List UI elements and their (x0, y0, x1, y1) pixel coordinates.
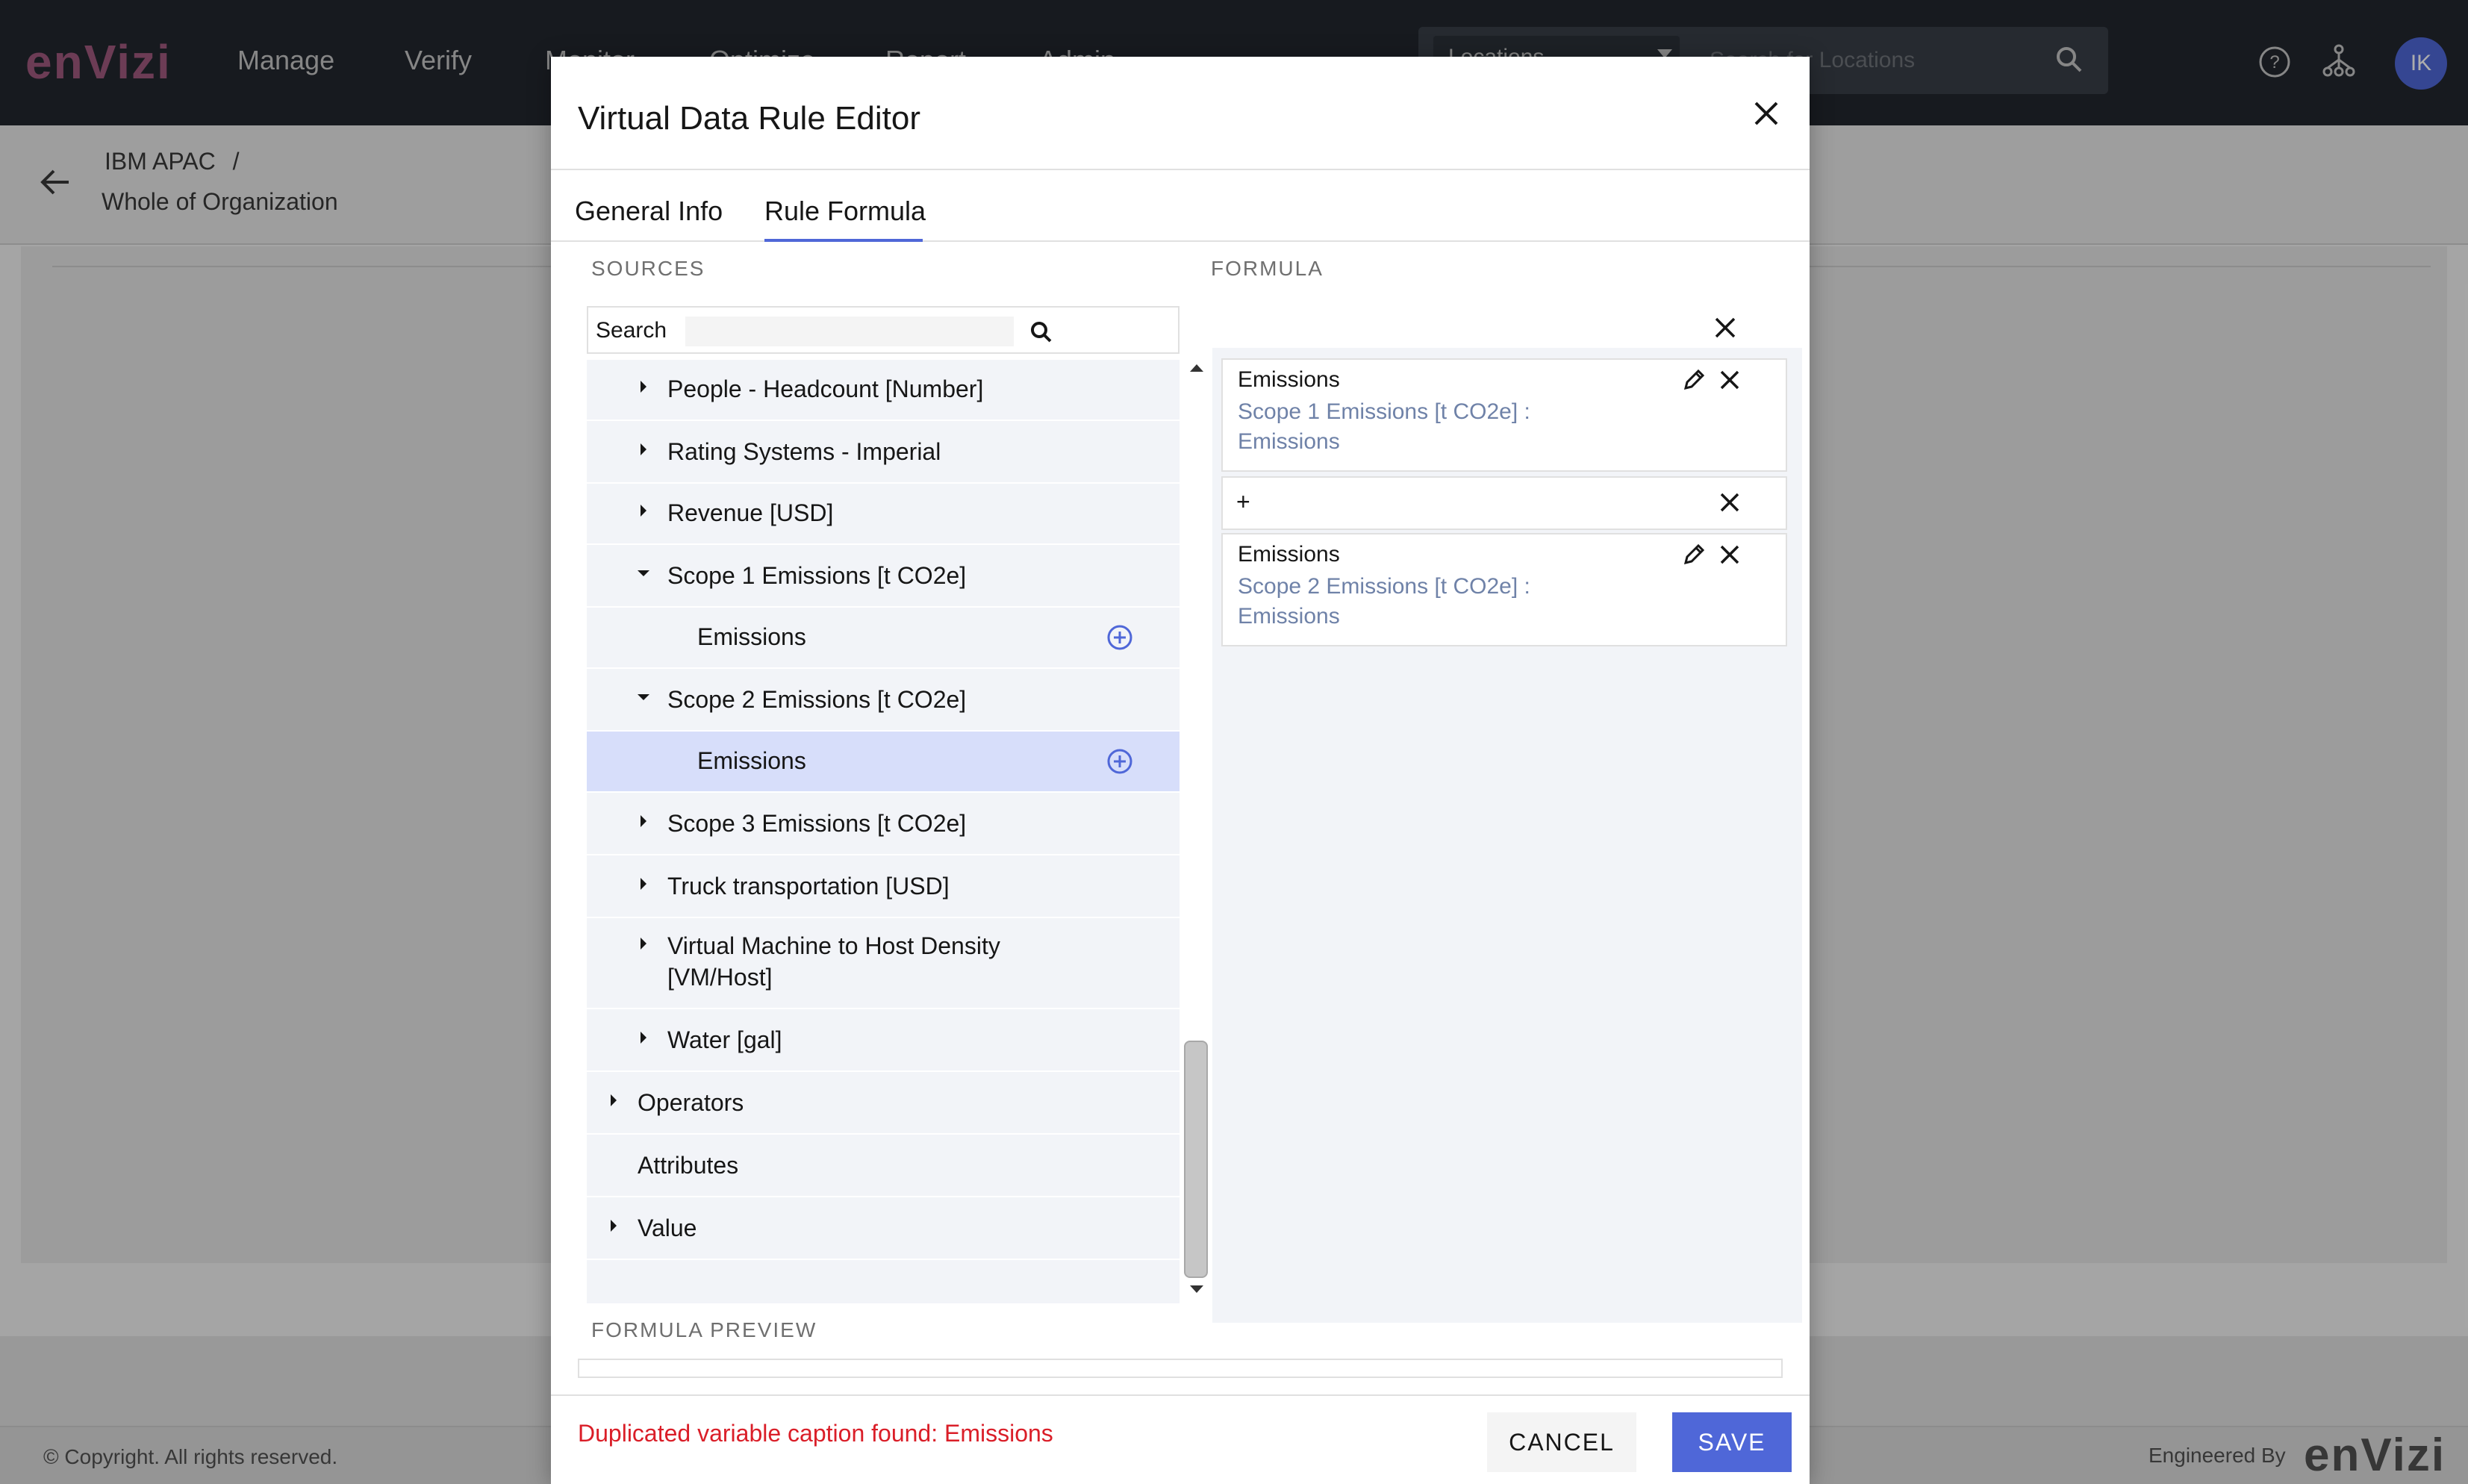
scroll-down-arrow[interactable] (1190, 1285, 1203, 1293)
sources-tree: People - Headcount [Number] Rating Syste… (587, 360, 1180, 1303)
tree-item[interactable]: Scope 2 Emissions [t CO2e] (587, 670, 1180, 732)
caret-down-icon[interactable] (638, 570, 649, 576)
caret-right-icon[interactable] (611, 1220, 617, 1232)
caret-right-icon[interactable] (641, 938, 646, 950)
tree-item[interactable]: Value (587, 1199, 1180, 1260)
add-circle-icon[interactable] (1106, 624, 1133, 651)
close-icon[interactable] (1751, 99, 1781, 128)
tree-item-label: Scope 2 Emissions [t CO2e] (667, 686, 967, 713)
tab-general-info[interactable]: General Info (575, 196, 723, 227)
tree-item-label: Virtual Machine to Host Density [VM/Host… (667, 932, 1000, 991)
divider (551, 169, 1810, 170)
variable-source-name: Scope 1 Emissions [t CO2e] : (1238, 399, 1530, 424)
tree-item-label: Emissions (697, 747, 806, 774)
tree-item[interactable]: Scope 3 Emissions [t CO2e] (587, 794, 1180, 855)
tree-item-label: Value (638, 1215, 697, 1241)
caret-right-icon[interactable] (611, 1094, 617, 1106)
sources-search-input[interactable] (685, 317, 1014, 346)
caret-right-icon[interactable] (641, 443, 646, 455)
tree-item-label: Operators (638, 1089, 744, 1116)
tree-item[interactable]: Operators (587, 1073, 1180, 1135)
caret-right-icon[interactable] (641, 381, 646, 393)
tree-item[interactable]: Attributes (587, 1136, 1180, 1197)
tree-item-label: Scope 1 Emissions [t CO2e] (667, 562, 967, 589)
caret-right-icon[interactable] (641, 815, 646, 827)
divider (551, 1394, 1810, 1396)
formula-label: FORMULA (1211, 257, 1324, 280)
variable-caption: Emissions (1238, 542, 1340, 567)
formula-preview-field (578, 1359, 1783, 1378)
virtual-data-rule-editor-modal: Virtual Data Rule Editor General Info Ru… (551, 57, 1810, 1484)
formula-operator-card[interactable]: + (1221, 476, 1787, 530)
tree-item[interactable]: Emissions (587, 608, 1180, 669)
tabs-divider (551, 240, 1810, 242)
variable-source: Scope 1 Emissions [t CO2e] : Emissions (1238, 397, 1626, 457)
clear-formula-icon[interactable] (1713, 315, 1738, 340)
tree-item[interactable]: Rating Systems - Imperial (587, 423, 1180, 484)
error-message: Duplicated variable caption found: Emiss… (578, 1420, 1053, 1447)
tree-item[interactable]: Virtual Machine to Host Density [VM/Host… (587, 918, 1180, 1009)
remove-icon[interactable] (1718, 543, 1741, 566)
edit-pencil-icon[interactable] (1680, 542, 1707, 569)
tree-item[interactable]: Truck transportation [USD] (587, 857, 1180, 918)
operator-symbol: + (1236, 488, 1250, 515)
sources-label: SOURCES (591, 257, 705, 280)
remove-icon[interactable] (1718, 491, 1741, 514)
variable-source-field: Emissions (1238, 604, 1340, 629)
tree-item-label: Scope 3 Emissions [t CO2e] (667, 810, 967, 837)
tree-item-label: Attributes (638, 1152, 739, 1179)
modal-title: Virtual Data Rule Editor (578, 100, 920, 137)
scroll-up-arrow[interactable] (1190, 364, 1203, 372)
tree-item-label: Emissions (697, 623, 806, 650)
tree-item-label: People - Headcount [Number] (667, 375, 984, 402)
active-tab-indicator (764, 239, 923, 242)
variable-caption: Emissions (1238, 367, 1340, 392)
formula-preview-label: FORMULA PREVIEW (591, 1318, 817, 1341)
search-label: Search (596, 318, 667, 343)
tree-item[interactable]: Scope 1 Emissions [t CO2e] (587, 546, 1180, 608)
tab-rule-formula[interactable]: Rule Formula (764, 196, 926, 227)
caret-down-icon[interactable] (638, 694, 649, 700)
tree-item-label: Revenue [USD] (667, 499, 834, 526)
tree-item[interactable]: People - Headcount [Number] (587, 360, 1180, 421)
tree-item-label: Truck transportation [USD] (667, 873, 950, 900)
sources-search: Search (587, 306, 1180, 354)
variable-source-name: Scope 2 Emissions [t CO2e] : (1238, 574, 1530, 599)
variable-source-field: Emissions (1238, 429, 1340, 454)
caret-right-icon[interactable] (641, 1032, 646, 1044)
formula-variable-card[interactable]: Emissions Scope 1 Emissions [t CO2e] : E… (1221, 358, 1787, 472)
scrollbar-thumb[interactable] (1184, 1041, 1208, 1278)
add-circle-icon[interactable] (1106, 748, 1133, 775)
remove-icon[interactable] (1718, 369, 1741, 391)
variable-source: Scope 2 Emissions [t CO2e] : Emissions (1238, 572, 1626, 632)
formula-variable-card[interactable]: Emissions Scope 2 Emissions [t CO2e] : E… (1221, 533, 1787, 646)
save-button[interactable]: SAVE (1672, 1412, 1792, 1472)
tree-item[interactable]: Revenue [USD] (587, 484, 1180, 545)
tree-item[interactable]: Water [gal] (587, 1011, 1180, 1072)
tree-item-label: Rating Systems - Imperial (667, 438, 941, 465)
search-icon[interactable] (1030, 321, 1053, 343)
tree-item-label: Water [gal] (667, 1026, 782, 1053)
edit-pencil-icon[interactable] (1680, 367, 1707, 394)
tree-item-selected[interactable]: Emissions (587, 732, 1180, 793)
cancel-button[interactable]: CANCEL (1487, 1412, 1636, 1472)
caret-right-icon[interactable] (641, 878, 646, 890)
caret-right-icon[interactable] (641, 505, 646, 517)
